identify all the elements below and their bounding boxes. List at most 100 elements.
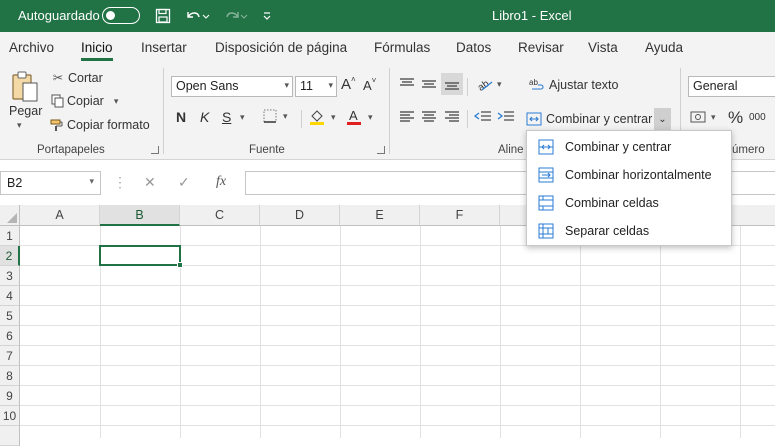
font-name-box[interactable]: Open Sans ▾ (171, 76, 293, 97)
menu-item-label: Combinar celdas (565, 196, 659, 210)
name-box[interactable]: B2 ▾ (0, 171, 101, 195)
tab-insertar[interactable]: Insertar (141, 40, 187, 55)
cut-button[interactable]: ✂ Cortar (51, 70, 103, 86)
menu-item-merge-center[interactable]: Combinar y centrar (527, 133, 731, 161)
copy-button[interactable]: Copiar ▾ (49, 94, 118, 108)
separator (467, 78, 468, 96)
tab-disposicion[interactable]: Disposición de página (215, 40, 347, 55)
underline-dropdown-icon[interactable]: ▾ (240, 112, 245, 123)
tab-formulas[interactable]: Fórmulas (374, 40, 430, 55)
paste-button[interactable]: Pegar (9, 104, 42, 118)
wrap-text-icon: ab (529, 77, 545, 93)
fill-color-button[interactable]: ▾ (309, 108, 336, 126)
number-format-box[interactable]: General (688, 76, 775, 97)
row-header-2[interactable]: 2 (0, 246, 20, 266)
paste-icon[interactable] (8, 70, 42, 104)
increase-font-button[interactable]: A ˄ (341, 75, 356, 93)
save-icon[interactable] (152, 5, 174, 27)
currency-icon (690, 110, 708, 124)
row-header-1[interactable]: 1 (0, 226, 20, 246)
column-header-c[interactable]: C (180, 205, 260, 226)
tab-inicio[interactable]: Inicio (81, 40, 113, 61)
row-header-10[interactable]: 10 (0, 406, 20, 426)
format-painter-button[interactable]: Copiar formato (49, 118, 150, 132)
menu-item-label: Combinar y centrar (565, 140, 672, 154)
wrap-text-button[interactable]: ab Ajustar texto (529, 77, 618, 93)
merge-center-icon (526, 112, 542, 126)
wrap-text-label: Ajustar texto (549, 78, 619, 92)
row-header-11[interactable] (0, 426, 20, 446)
column-header-d[interactable]: D (260, 205, 340, 226)
fill-handle[interactable] (177, 262, 183, 268)
gridline (20, 405, 775, 406)
tab-datos[interactable]: Datos (456, 40, 491, 55)
bold-button[interactable]: N (176, 109, 186, 125)
number-group-label: úmero (732, 144, 765, 156)
select-all-corner[interactable] (0, 205, 20, 226)
column-header-e[interactable]: E (340, 205, 420, 226)
tab-archivo[interactable]: Archivo (9, 40, 54, 55)
borders-button[interactable]: ▾ (263, 109, 288, 123)
toggle-knob (106, 11, 115, 20)
cancel-icon[interactable]: ✕ (144, 174, 156, 191)
thousands-button[interactable]: 000 (749, 112, 766, 123)
accounting-format-button[interactable]: ▾ (690, 110, 716, 124)
copy-dropdown-icon[interactable]: ▾ (114, 96, 119, 107)
font-name-value: Open Sans (176, 79, 239, 93)
menu-item-merge-cells[interactable]: Combinar celdas (527, 189, 731, 217)
menu-item-label: Combinar horizontalmente (565, 168, 712, 182)
italic-button[interactable]: K (200, 109, 209, 125)
row-header-9[interactable]: 9 (0, 386, 20, 406)
align-center-icon[interactable] (421, 110, 437, 124)
gridline (20, 285, 775, 286)
row-header-4[interactable]: 4 (0, 286, 20, 306)
decrease-font-button[interactable]: A ˅ (363, 76, 376, 93)
orientation-button[interactable]: ab ▾ (476, 76, 502, 92)
selected-cell-b2[interactable] (99, 245, 181, 266)
merge-center-label: Combinar y centrar (546, 112, 653, 126)
row-header-6[interactable]: 6 (0, 326, 20, 346)
align-middle-icon[interactable] (421, 76, 437, 92)
increase-indent-icon[interactable] (497, 110, 515, 124)
redo-icon[interactable] (220, 5, 250, 27)
ribbon-tabs: Archivo Inicio Insertar Disposición de p… (0, 32, 775, 64)
decrease-indent-icon[interactable] (474, 110, 492, 124)
tab-ayuda[interactable]: Ayuda (645, 40, 683, 55)
autosave-toggle[interactable] (102, 7, 140, 24)
column-header-a[interactable]: A (20, 205, 100, 226)
row-header-7[interactable]: 7 (0, 346, 20, 366)
paste-dropdown-icon[interactable]: ▾ (17, 120, 22, 131)
align-left-icon[interactable] (399, 110, 415, 124)
percent-button[interactable]: % (728, 108, 743, 128)
merge-center-button[interactable]: Combinar y centrar (526, 108, 656, 130)
underline-button[interactable]: S (222, 109, 231, 125)
align-bottom-icon[interactable] (441, 73, 463, 95)
merge-dropdown-button[interactable]: ⌄ (654, 108, 671, 130)
column-header-b[interactable]: B (100, 205, 180, 226)
font-size-box[interactable]: 11 ▾ (295, 76, 337, 97)
number-format-value: General (693, 79, 738, 93)
align-top-icon[interactable] (399, 76, 415, 92)
gridline (420, 226, 421, 438)
gridline (20, 365, 775, 366)
customize-toolbar-icon[interactable] (259, 5, 275, 27)
chevron-down-icon: ▾ (368, 111, 373, 122)
tab-vista[interactable]: Vista (588, 40, 618, 55)
insert-function-icon[interactable]: fx (216, 174, 226, 190)
font-color-button[interactable]: A ▾ (346, 108, 373, 126)
tab-revisar[interactable]: Revisar (518, 40, 564, 55)
row-header-5[interactable]: 5 (0, 306, 20, 326)
menu-item-merge-across[interactable]: Combinar horizontalmente (527, 161, 731, 189)
undo-icon[interactable] (182, 5, 212, 27)
align-right-icon[interactable] (444, 110, 460, 124)
clipboard-launcher-icon[interactable] (151, 146, 159, 154)
separator (389, 68, 390, 154)
menu-item-unmerge[interactable]: Separar celdas (527, 217, 731, 245)
confirm-icon[interactable]: ✓ (178, 174, 190, 191)
column-header-f[interactable]: F (420, 205, 500, 226)
merge-center-icon (538, 139, 554, 155)
row-header-8[interactable]: 8 (0, 366, 20, 386)
font-launcher-icon[interactable] (377, 146, 385, 154)
row-header-3[interactable]: 3 (0, 266, 20, 286)
gridline (580, 226, 581, 438)
